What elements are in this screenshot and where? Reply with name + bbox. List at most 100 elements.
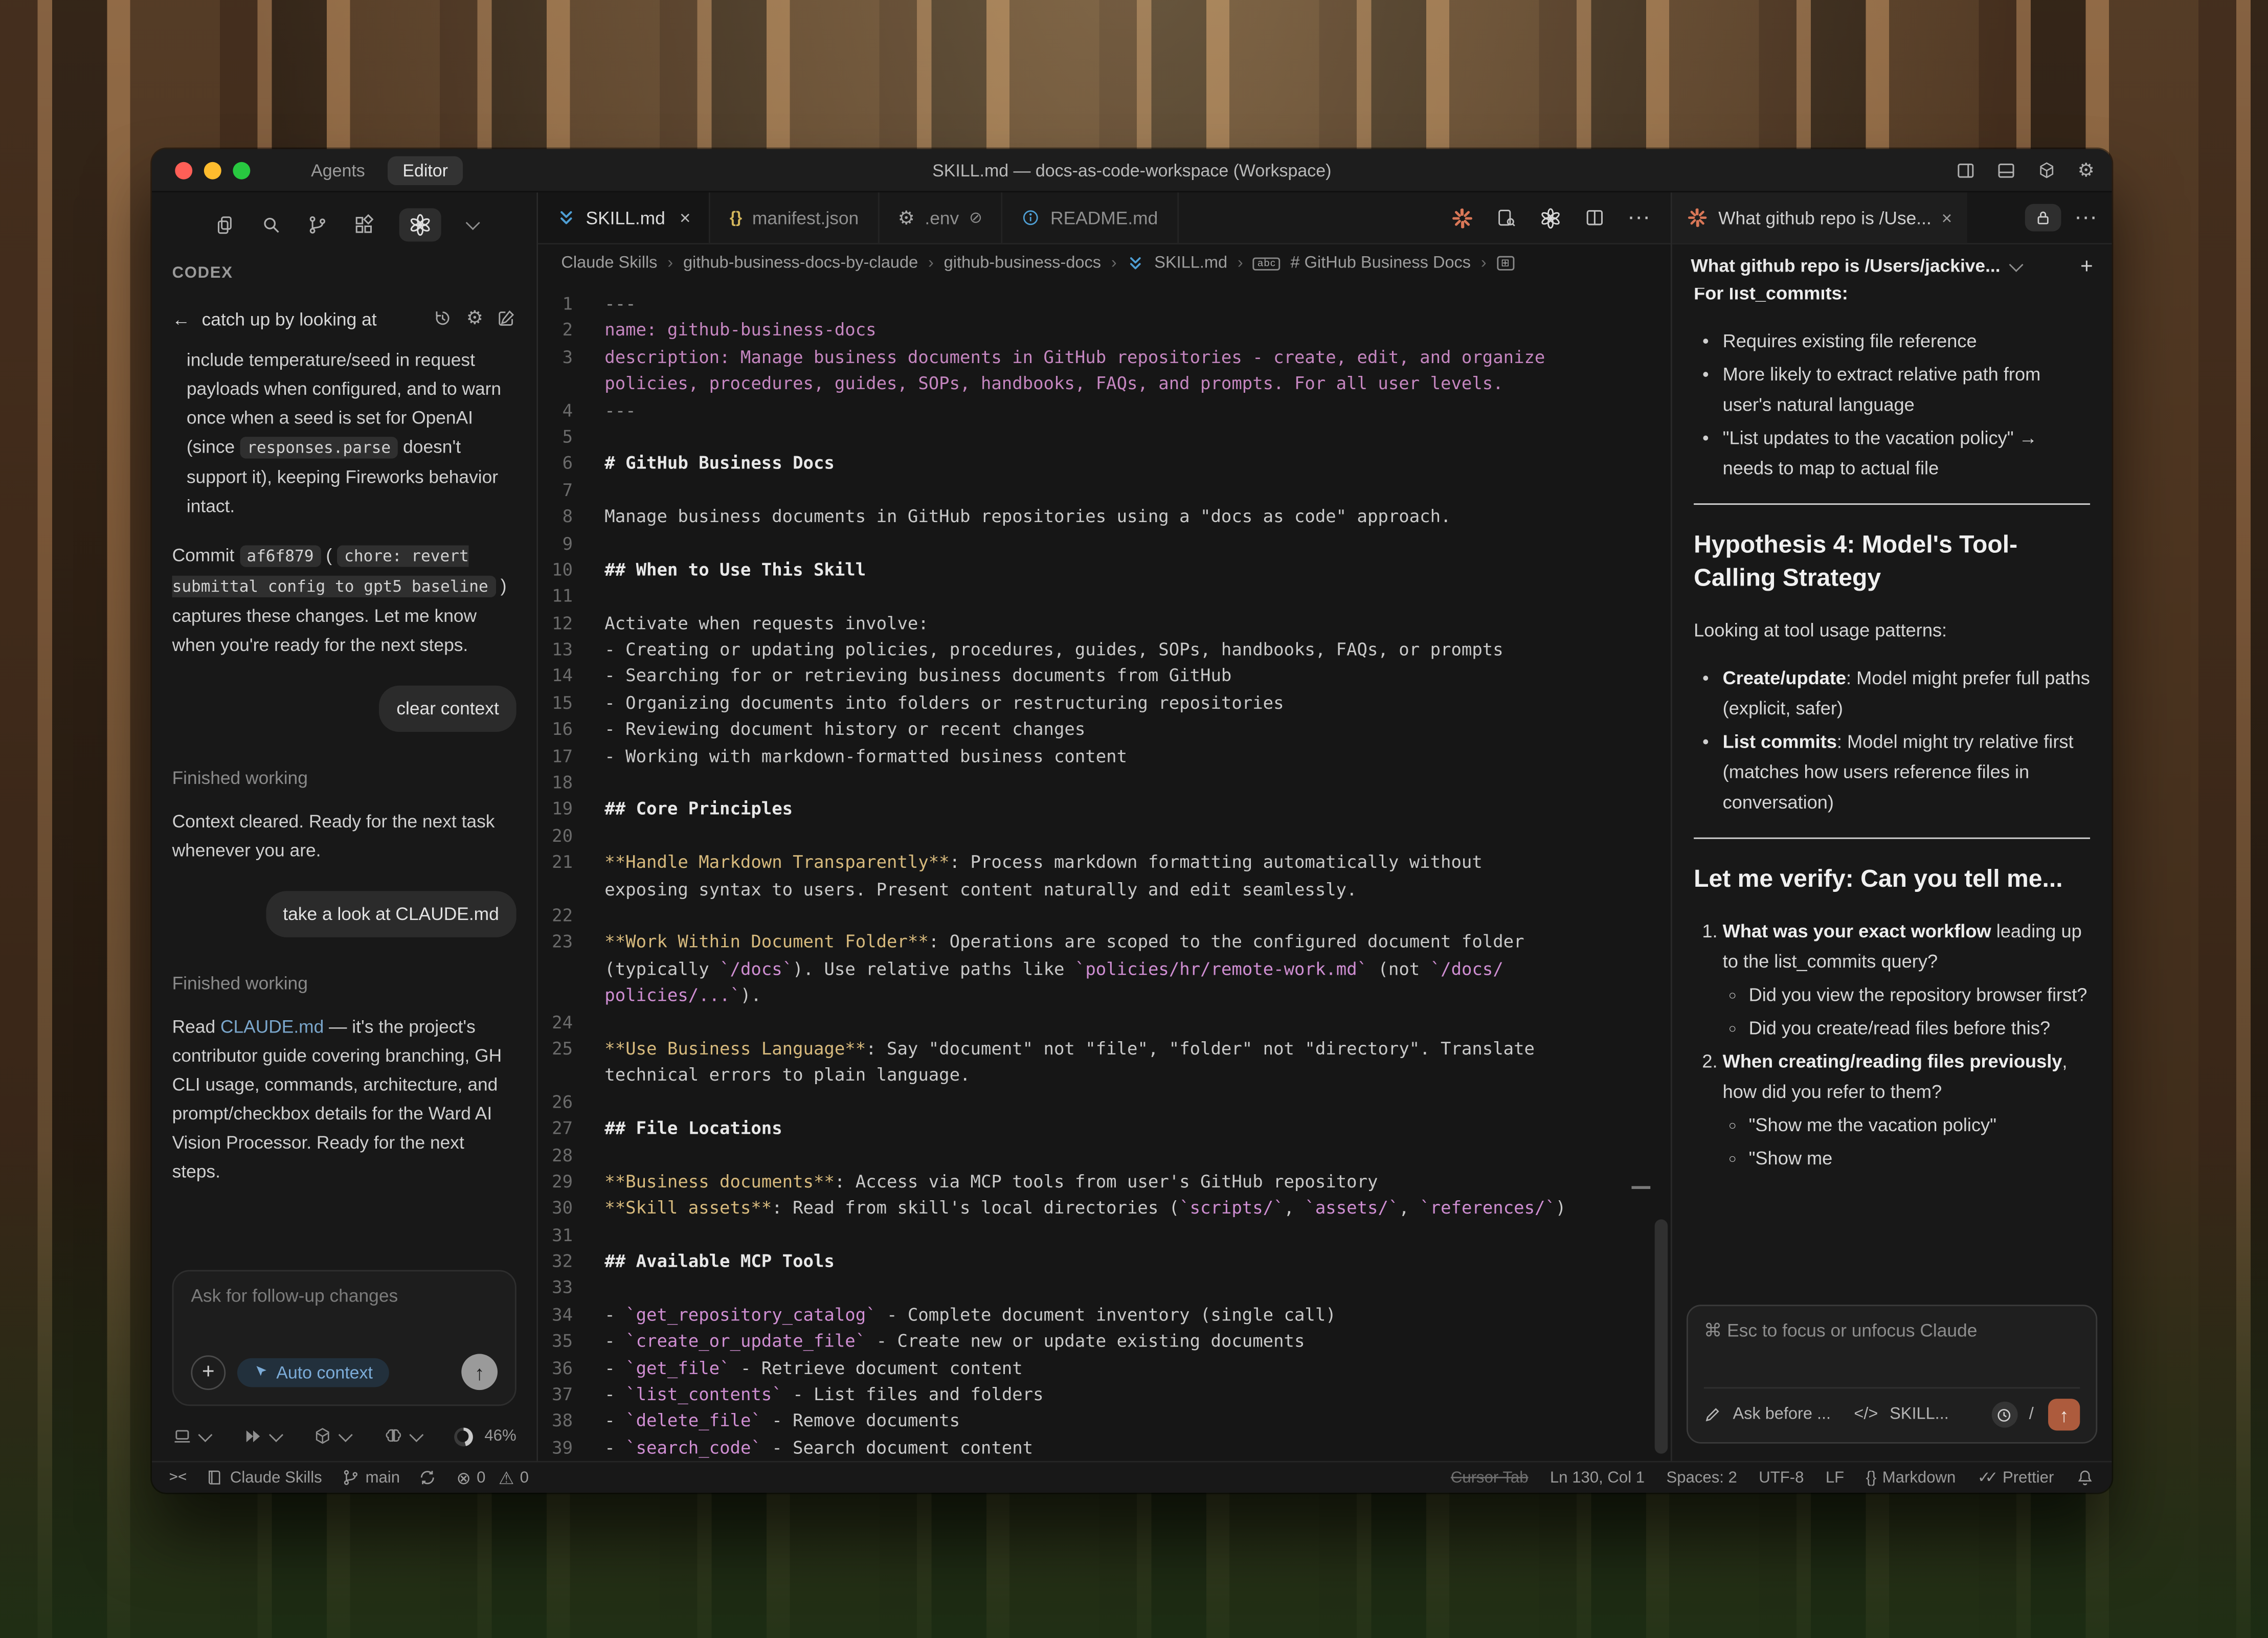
breadcrumb-item[interactable]: Claude Skills (561, 255, 657, 272)
code-row[interactable]: 1--- (538, 291, 1671, 318)
commit-chip[interactable]: af6f879 (239, 545, 321, 567)
status-project[interactable]: Claude Skills (206, 1468, 322, 1487)
code-editor[interactable]: 1---2name: github-business-docs3descript… (538, 282, 1671, 1461)
claude-chat-tab[interactable]: What github repo is /Use... × (1672, 192, 1967, 243)
git-branch-icon[interactable] (306, 214, 327, 236)
layout-sidebar-icon[interactable] (1956, 160, 1977, 181)
cursor-tab-toggle[interactable]: Cursor Tab (1451, 1469, 1529, 1486)
status-branch[interactable]: main (341, 1468, 400, 1487)
code-row[interactable]: 5 (538, 424, 1671, 451)
close-window-button[interactable] (175, 161, 192, 178)
code-row[interactable]: 11 (538, 584, 1671, 610)
tab-manifest-json[interactable]: {} manifest.json (711, 192, 879, 243)
sync-icon[interactable] (419, 1468, 438, 1487)
claude-conversation[interactable]: For list_commits: Requires existing file… (1672, 288, 2112, 1296)
codex-openai-icon[interactable] (398, 208, 440, 241)
slash-command[interactable]: / (2029, 1406, 2034, 1423)
code-row[interactable]: 6# GitHub Business Docs (538, 451, 1671, 477)
code-row[interactable]: 24 (538, 1009, 1671, 1036)
tab-env[interactable]: ⚙ .env ⊘ (879, 192, 1003, 243)
status-encoding[interactable]: UTF-8 (1759, 1469, 1804, 1486)
code-row[interactable]: 18 (538, 770, 1671, 796)
code-row[interactable]: policies/...`). (538, 982, 1671, 1009)
code-row[interactable]: 8Manage business documents in GitHub rep… (538, 504, 1671, 530)
code-row[interactable]: 30**Skill assets**: Read from skill's lo… (538, 1195, 1671, 1222)
code-row[interactable]: 34- `get_repository_catalog` - Complete … (538, 1302, 1671, 1328)
copy-files-icon[interactable] (213, 214, 235, 236)
auto-context-pill[interactable]: Auto context (237, 1357, 389, 1386)
breadcrumb-item[interactable]: github-business-docs (944, 255, 1101, 272)
tab-editor[interactable]: Editor (388, 155, 462, 185)
speed-selector[interactable] (242, 1426, 279, 1447)
code-row[interactable]: technical errors to plain language. (538, 1062, 1671, 1089)
code-row[interactable]: 15- Organizing documents into folders or… (538, 690, 1671, 716)
code-row[interactable]: 38- `delete_file` - Remove documents (538, 1408, 1671, 1434)
code-row[interactable]: 7 (538, 477, 1671, 504)
search-icon[interactable] (260, 214, 281, 236)
code-row[interactable]: 13- Creating or updating policies, proce… (538, 637, 1671, 663)
code-row[interactable]: 20 (538, 823, 1671, 849)
code-row[interactable]: 17- Working with markdown-formatted busi… (538, 743, 1671, 770)
status-formatter[interactable]: ✓✓Prettier (1978, 1468, 2054, 1487)
code-row[interactable]: 27## File Locations (538, 1115, 1671, 1142)
code-row[interactable]: 23**Work Within Document Folder**: Opera… (538, 929, 1671, 956)
tab-skill-md[interactable]: SKILL.md × (538, 192, 711, 243)
code-row[interactable]: 19## Core Principles (538, 796, 1671, 823)
code-row[interactable]: 29**Business documents**: Access via MCP… (538, 1169, 1671, 1195)
tab-readme-md[interactable]: README.md (1003, 192, 1178, 243)
code-row[interactable]: 33 (538, 1275, 1671, 1302)
code-row[interactable]: 14- Searching for or retrieving business… (538, 663, 1671, 690)
code-row[interactable]: 37- `list_contents` - List files and fol… (538, 1381, 1671, 1408)
settings-gear-icon[interactable]: ⚙ (2078, 161, 2095, 179)
minimize-window-button[interactable] (204, 161, 221, 178)
code-row[interactable]: 4--- (538, 397, 1671, 424)
codex-input[interactable]: Ask for follow-up changes + Auto context… (172, 1270, 517, 1406)
lock-icon[interactable] (2025, 204, 2061, 232)
status-indentation[interactable]: Spaces: 2 (1666, 1469, 1737, 1486)
more-actions-icon[interactable]: ··· (1627, 205, 1650, 231)
code-row[interactable]: 3description: Manage business documents … (538, 344, 1671, 371)
history-icon[interactable] (433, 308, 454, 328)
close-tab-icon[interactable]: × (1942, 208, 1952, 228)
permission-mode[interactable]: Ask before ... (1733, 1406, 1831, 1423)
code-row[interactable]: 35- `create_or_update_file` - Create new… (538, 1328, 1671, 1355)
zoom-window-button[interactable] (233, 161, 250, 178)
add-attachment-button[interactable]: + (191, 1355, 226, 1389)
tab-agents[interactable]: Agents (297, 155, 379, 185)
history-clock-icon[interactable] (1991, 1402, 2017, 1428)
code-row[interactable]: 39- `search_code` - Search document cont… (538, 1434, 1671, 1461)
new-thread-button[interactable]: + (2080, 254, 2093, 278)
editor-scrollbar[interactable] (1655, 1219, 1668, 1453)
breadcrumb-item[interactable]: # GitHub Business Docs (1291, 255, 1471, 272)
claude-starburst-icon[interactable] (1451, 206, 1474, 229)
claude-input[interactable]: ⌘ Esc to focus or unfocus Claude Ask bef… (1687, 1305, 2097, 1444)
code-row[interactable]: (typically `/docs`). Use relative paths … (538, 956, 1671, 982)
openai-icon[interactable] (1539, 206, 1562, 229)
claude-thread-header[interactable]: What github repo is /Users/jackive... + (1672, 244, 2112, 288)
split-editor-icon[interactable] (1584, 207, 1605, 228)
device-selector[interactable] (172, 1426, 209, 1447)
reader-search-icon[interactable] (1496, 207, 1517, 228)
code-row[interactable]: policies, procedures, guides, SOPs, hand… (538, 371, 1671, 397)
code-row[interactable]: 12Activate when requests involve: (538, 610, 1671, 637)
close-tab-icon[interactable]: × (680, 207, 690, 228)
status-eol[interactable]: LF (1826, 1469, 1844, 1486)
reasoning-selector[interactable] (384, 1426, 420, 1447)
status-position[interactable]: Ln 130, Col 1 (1550, 1469, 1645, 1486)
task-title[interactable]: catch up by looking at (202, 305, 421, 334)
breadcrumb-item[interactable]: SKILL.md (1154, 255, 1227, 272)
remote-icon[interactable]: >< (169, 1470, 187, 1486)
code-row[interactable]: 25**Use Business Language**: Say "docume… (538, 1036, 1671, 1062)
model-selector[interactable] (313, 1426, 349, 1447)
chevron-down-icon[interactable] (465, 216, 479, 230)
gear-icon[interactable]: ⚙ (466, 308, 483, 328)
bell-icon[interactable] (2076, 1468, 2095, 1487)
code-row[interactable]: 10## When to Use This Skill (538, 557, 1671, 584)
code-row[interactable]: 2name: github-business-docs (538, 318, 1671, 344)
claude-send-button[interactable]: ↑ (2048, 1399, 2080, 1430)
compose-icon[interactable] (496, 308, 517, 328)
extensions-icon[interactable] (352, 214, 374, 236)
status-language[interactable]: {}Markdown (1866, 1469, 1956, 1486)
more-actions-icon[interactable]: ··· (2074, 205, 2097, 231)
box-icon[interactable] (2037, 160, 2057, 181)
